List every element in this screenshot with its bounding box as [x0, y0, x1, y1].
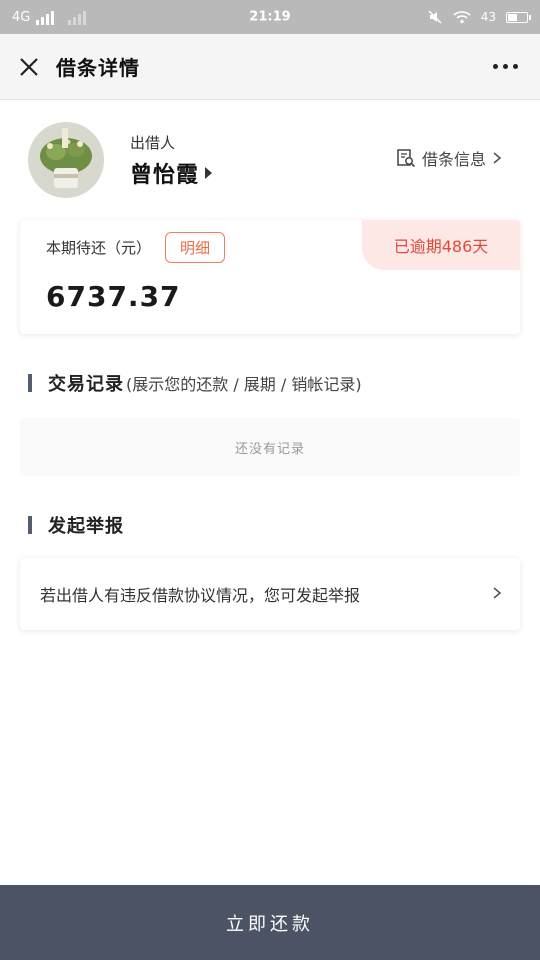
repay-label: 立即还款	[226, 913, 314, 935]
lender-name: 曾怡霞	[130, 162, 200, 188]
due-label: 本期待还（元）	[46, 239, 152, 257]
status-left: 4G	[12, 9, 87, 25]
network-label: 4G	[12, 9, 31, 25]
page-title: 借条详情	[56, 56, 140, 80]
overdue-badge: 已逾期486天	[362, 220, 520, 270]
avatar[interactable]	[28, 122, 104, 198]
dot-icon	[493, 64, 498, 69]
wifi-icon	[453, 11, 471, 24]
document-search-icon	[397, 149, 416, 168]
mute-icon	[428, 10, 442, 24]
lender-name-row[interactable]: 曾怡霞	[130, 157, 213, 189]
due-amount: 6737.37	[46, 280, 181, 313]
more-button[interactable]	[487, 56, 524, 77]
signal-icon	[36, 9, 55, 25]
report-header: 发起举报	[28, 512, 124, 538]
chevron-right-icon	[493, 152, 502, 164]
loan-info-label: 借条信息	[421, 150, 486, 169]
flower-pot-image	[28, 122, 104, 198]
report-title: 发起举报	[48, 516, 124, 537]
chevron-right-icon	[492, 584, 502, 605]
lender-text: 出借人 曾怡霞	[130, 132, 213, 189]
transactions-empty: 还没有记录	[20, 418, 520, 476]
dot-icon	[503, 64, 508, 69]
lender-role-label: 出借人	[130, 133, 176, 152]
section-marker	[28, 516, 32, 534]
status-bar: 4G 21:19 43	[0, 0, 540, 34]
due-label-row: 本期待还（元） 明细	[46, 232, 226, 263]
repay-button[interactable]: 立即还款	[0, 885, 540, 960]
report-card[interactable]: 若出借人有违反借款协议情况，您可发起举报	[20, 558, 520, 630]
nav-bar: 借条详情	[0, 34, 540, 100]
transactions-header: 交易记录 (展示您的还款 / 展期 / 销帐记录)	[28, 370, 362, 396]
status-time: 21:19	[249, 9, 291, 25]
close-button[interactable]	[16, 54, 42, 80]
detail-button[interactable]: 明细	[165, 232, 226, 263]
empty-text: 还没有记录	[234, 441, 305, 457]
close-icon	[20, 57, 38, 76]
due-card: 本期待还（元） 明细 6737.37 已逾期486天	[20, 220, 520, 334]
transactions-title: 交易记录	[48, 374, 124, 395]
caret-right-icon	[205, 166, 213, 179]
status-right: 43	[427, 9, 531, 25]
signal-icon-secondary	[68, 9, 87, 25]
section-marker	[28, 374, 32, 392]
transactions-subtitle: (展示您的还款 / 展期 / 销帐记录)	[126, 375, 362, 394]
dot-icon	[513, 64, 518, 69]
battery-icon	[506, 11, 531, 23]
report-text: 若出借人有违反借款协议情况，您可发起举报	[40, 586, 361, 605]
loan-info-link[interactable]: 借条信息	[396, 146, 502, 170]
battery-percent: 43	[480, 10, 496, 24]
lender-section: 出借人 曾怡霞 借条信息	[0, 100, 540, 220]
